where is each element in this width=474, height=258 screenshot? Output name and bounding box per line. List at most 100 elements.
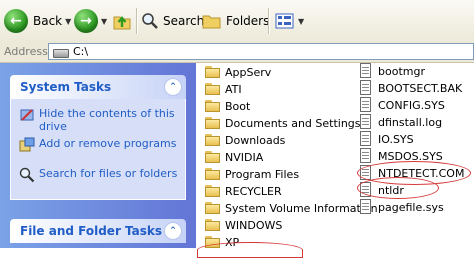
folder-item[interactable]: ATI xyxy=(205,81,242,97)
file-item[interactable]: CONFIG.SYS xyxy=(359,97,445,113)
folder-icon xyxy=(205,83,221,95)
folder-icon xyxy=(205,185,221,197)
views-button[interactable]: ▼ xyxy=(275,6,304,36)
folder-name: NVIDIA xyxy=(225,150,264,164)
folder-name: AppServ xyxy=(225,65,272,79)
file-icon xyxy=(359,97,373,113)
magnifier-icon xyxy=(142,13,158,29)
back-arrow-icon: ← xyxy=(4,9,28,33)
folders-icon xyxy=(202,15,221,29)
folder-icon xyxy=(205,100,221,112)
search-label: Search xyxy=(163,14,205,28)
address-input[interactable]: C:\ xyxy=(48,43,474,60)
file-icon xyxy=(359,199,373,215)
file-item[interactable]: NTDETECT.COM xyxy=(359,165,464,181)
file-name: MSDOS.SYS xyxy=(378,149,443,163)
folder-name: Program Files xyxy=(225,167,300,181)
folder-icon xyxy=(205,236,221,248)
folder-item[interactable]: NVIDIA xyxy=(205,149,263,165)
task-pane: System Tasks ⌃ Hide the contents of this… xyxy=(0,63,196,248)
system-tasks-title: System Tasks xyxy=(20,80,112,94)
folder-icon xyxy=(205,134,221,146)
views-icon xyxy=(275,13,294,29)
file-name: NTDETECT.COM xyxy=(378,166,465,180)
folder-icon xyxy=(205,151,221,163)
folder-item[interactable]: Program Files xyxy=(205,166,299,182)
file-name: pagefile.sys xyxy=(378,200,444,214)
file-folder-tasks-header[interactable]: File and Folder Tasks ⌃ xyxy=(10,219,186,243)
file-icon xyxy=(359,80,373,96)
toolbar-separator xyxy=(268,8,270,34)
up-folder-button[interactable] xyxy=(112,6,132,36)
collapse-chevron-icon[interactable]: ⌃ xyxy=(164,78,182,96)
search-button[interactable]: Search xyxy=(141,6,204,36)
address-label: Address xyxy=(4,45,48,58)
forward-arrow-icon: → xyxy=(74,9,98,33)
file-icon xyxy=(359,182,373,198)
task-label: Search for files or folders xyxy=(39,167,178,180)
back-dropdown-icon[interactable]: ▼ xyxy=(65,17,71,26)
file-item[interactable]: dfinstall.log xyxy=(359,114,442,130)
collapse-chevron-icon[interactable]: ⌃ xyxy=(164,222,182,240)
file-name: IO.SYS xyxy=(378,132,414,146)
toolbar: ← Back ▼ → ▼ Search Folders ▼ xyxy=(0,0,474,43)
file-folder-tasks-title: File and Folder Tasks xyxy=(20,224,163,238)
folder-item[interactable]: RECYCLER xyxy=(205,183,282,199)
file-icon xyxy=(359,63,373,79)
folder-name: System Volume Information xyxy=(225,201,378,215)
task-add-remove-programs[interactable]: Add or remove programs xyxy=(19,137,179,153)
task-hide-contents[interactable]: Hide the contents of this drive xyxy=(19,107,179,133)
file-name: ntldr xyxy=(378,183,404,197)
up-folder-icon xyxy=(113,16,131,30)
folder-name: RECYCLER xyxy=(225,184,282,198)
system-tasks-header[interactable]: System Tasks ⌃ xyxy=(10,75,186,99)
file-icon xyxy=(359,148,373,164)
folder-icon xyxy=(205,219,221,231)
task-search-files[interactable]: Search for files or folders xyxy=(19,167,179,183)
folder-icon xyxy=(205,202,221,214)
folder-name: Boot xyxy=(225,99,251,113)
system-tasks-panel: Hide the contents of this drive Add or r… xyxy=(10,99,186,200)
file-name: dfinstall.log xyxy=(378,115,443,129)
folder-name: XP xyxy=(225,235,240,249)
folder-icon xyxy=(205,168,221,180)
hide-icon xyxy=(19,107,35,123)
folder-item[interactable]: Documents and Settings xyxy=(205,115,361,131)
folder-item[interactable]: Boot xyxy=(205,98,250,114)
folder-icon xyxy=(205,117,221,129)
file-item[interactable]: BOOTSECT.BAK xyxy=(359,80,462,96)
file-name: BOOTSECT.BAK xyxy=(378,81,463,95)
back-button[interactable]: ← Back ▼ xyxy=(4,6,71,36)
file-item[interactable]: pagefile.sys xyxy=(359,199,444,215)
task-label: Add or remove programs xyxy=(39,137,177,150)
toolbar-separator xyxy=(136,8,138,34)
folder-name: WINDOWS xyxy=(225,218,283,232)
forward-dropdown-icon[interactable]: ▼ xyxy=(101,17,107,26)
drive-icon xyxy=(53,47,69,58)
folder-icon xyxy=(205,66,221,78)
forward-button[interactable]: → ▼ xyxy=(74,6,107,36)
file-item[interactable]: ntldr xyxy=(359,182,404,198)
add-remove-icon xyxy=(19,137,35,153)
folders-button[interactable]: Folders xyxy=(202,6,269,36)
file-item[interactable]: bootmgr xyxy=(359,63,425,79)
address-bar: Address C:\ xyxy=(0,42,474,63)
file-icon xyxy=(359,165,373,181)
folder-name: ATI xyxy=(225,82,242,96)
views-dropdown-icon[interactable]: ▼ xyxy=(298,17,304,26)
file-name: CONFIG.SYS xyxy=(378,98,445,112)
file-item[interactable]: IO.SYS xyxy=(359,131,414,147)
folder-item[interactable]: WINDOWS xyxy=(205,217,282,233)
folder-item[interactable]: Downloads xyxy=(205,132,285,148)
search-icon xyxy=(19,167,35,183)
folder-name: Documents and Settings xyxy=(225,116,361,130)
file-icon xyxy=(359,114,373,130)
file-list: AppServ ATI Boot Documents and Settings … xyxy=(197,63,474,258)
folders-label: Folders xyxy=(226,14,270,28)
file-icon xyxy=(359,131,373,147)
folder-item[interactable]: AppServ xyxy=(205,64,271,80)
file-name: bootmgr xyxy=(378,64,425,78)
back-label: Back xyxy=(33,14,63,28)
folder-item[interactable]: System Volume Information xyxy=(205,200,378,216)
file-item[interactable]: MSDOS.SYS xyxy=(359,148,443,164)
